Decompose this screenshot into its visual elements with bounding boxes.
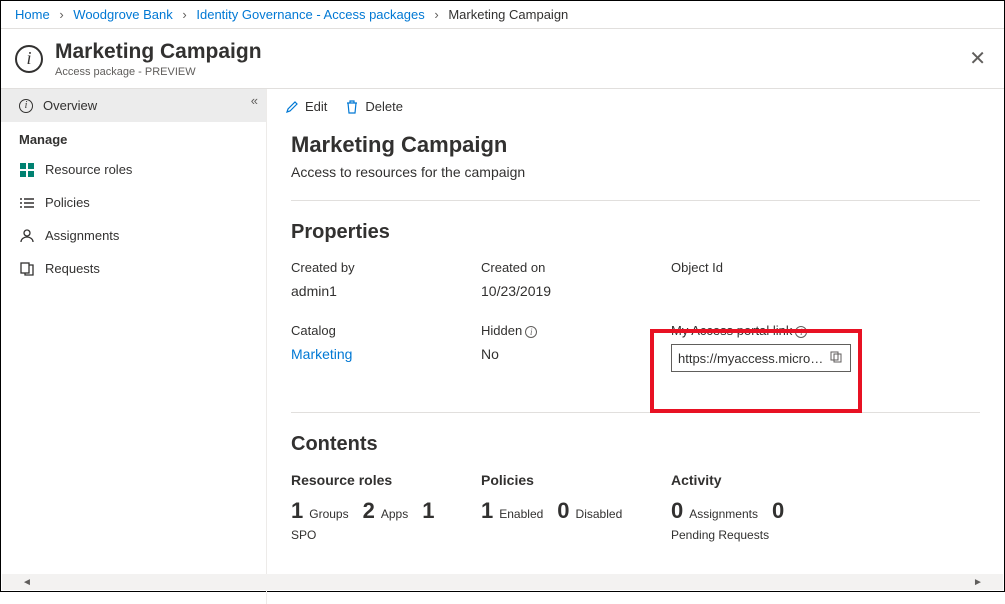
scroll-left-icon[interactable]: ◄ [18,577,36,588]
count-value: 0 [671,498,683,524]
properties-grid: Created by admin1 Created on 10/23/2019 … [291,260,980,372]
label-object-id: Object Id [671,260,891,275]
overview-title: Marketing Campaign [291,132,980,158]
chevron-left-icon: « [251,93,258,108]
breadcrumb-tenant[interactable]: Woodgrove Bank [73,7,173,22]
divider [291,412,980,413]
label-hidden: Hiddeni [481,323,661,338]
sidebar-item-label: Requests [45,261,100,276]
horizontal-scrollbar[interactable]: ◄ ► [2,574,1003,590]
resource-roles-heading: Resource roles [291,472,471,488]
chevron-right-icon: › [59,7,63,22]
trash-icon [345,100,359,114]
divider [291,200,980,201]
pencil-icon [285,100,299,114]
count-value: 1 [481,498,493,524]
copy-icon[interactable] [830,351,844,366]
sidebar-item-label: Policies [45,195,90,210]
count-label: Apps [381,507,408,521]
sidebar-item-assignments[interactable]: Assignments [1,219,266,252]
info-icon: i [15,45,43,73]
count-label: Assignments [689,507,758,521]
value-created-by: admin1 [291,283,471,299]
label-created-by: Created by [291,260,471,275]
count-label: Disabled [576,507,623,521]
breadcrumb-current: Marketing Campaign [448,7,568,22]
contents-heading: Contents [291,433,980,456]
close-button[interactable]: ✕ [965,45,990,73]
resource-roles-counts: 1 Groups 2 Apps 1 SPO [291,498,471,542]
count-label: Enabled [499,507,543,521]
count-value: 0 [557,498,569,524]
count-label: Pending Requests [671,528,769,542]
collapse-sidebar-button[interactable]: « [251,93,258,108]
person-icon [19,229,35,243]
value-catalog-link[interactable]: Marketing [291,346,471,362]
count-label: Groups [309,507,348,521]
sidebar-item-label: Assignments [45,228,119,243]
grid-icon [19,163,35,177]
activity-heading: Activity [671,472,891,488]
sidebar-group-manage: Manage [1,122,266,153]
count-value: 1 [291,498,303,524]
close-icon: ✕ [969,48,986,70]
list-icon [19,196,35,210]
count-value: 0 [772,498,784,524]
sidebar-item-label: Overview [43,98,97,113]
delete-button[interactable]: Delete [345,99,403,114]
portal-url-text: https://myaccess.micro… [678,351,826,366]
info-icon: i [19,99,33,113]
toolbar: Edit Delete [267,89,1004,124]
label-catalog: Catalog [291,323,471,338]
count-value: 2 [363,498,375,524]
label-created-on: Created on [481,260,661,275]
policies-counts: 1 Enabled 0 Disabled [481,498,661,524]
activity-counts: 0Assignments 0Pending Requests [671,498,891,542]
properties-heading: Properties [291,221,980,244]
chevron-right-icon: › [434,7,438,22]
count-value: 1 [422,498,434,524]
page-title: Marketing Campaign [55,39,965,64]
sidebar-item-overview[interactable]: i Overview [1,89,266,122]
contents-grid: Resource roles 1 Groups 2 Apps 1 SPO Polici… [291,472,980,542]
breadcrumb-governance[interactable]: Identity Governance - Access packages [196,7,424,22]
requests-icon [19,262,35,276]
sidebar-item-resource-roles[interactable]: Resource roles [1,153,266,186]
policies-heading: Policies [481,472,661,488]
count-label: SPO [291,528,316,542]
sidebar: « i Overview Manage Resource roles Polic… [1,89,266,604]
page-subtitle: Access package - PREVIEW [55,66,965,78]
breadcrumb-home[interactable]: Home [15,7,50,22]
button-label: Edit [305,99,327,114]
scroll-right-icon[interactable]: ► [969,577,987,588]
info-icon[interactable]: i [795,326,807,338]
breadcrumb: Home › Woodgrove Bank › Identity Governa… [1,1,1004,29]
sidebar-item-policies[interactable]: Policies [1,186,266,219]
value-hidden: No [481,346,661,362]
info-icon[interactable]: i [525,326,537,338]
sidebar-item-requests[interactable]: Requests [1,252,266,285]
overview-description: Access to resources for the campaign [291,164,980,180]
main-content: Edit Delete Marketing Campaign Access to… [266,89,1004,604]
value-created-on: 10/23/2019 [481,283,661,299]
portal-link-field[interactable]: https://myaccess.micro… [671,344,851,372]
chevron-right-icon: › [182,7,186,22]
button-label: Delete [365,99,403,114]
edit-button[interactable]: Edit [285,99,327,114]
blade-header: i Marketing Campaign Access package - PR… [1,29,1004,89]
label-portal-link: My Access portal linki [671,323,891,338]
sidebar-item-label: Resource roles [45,162,132,177]
